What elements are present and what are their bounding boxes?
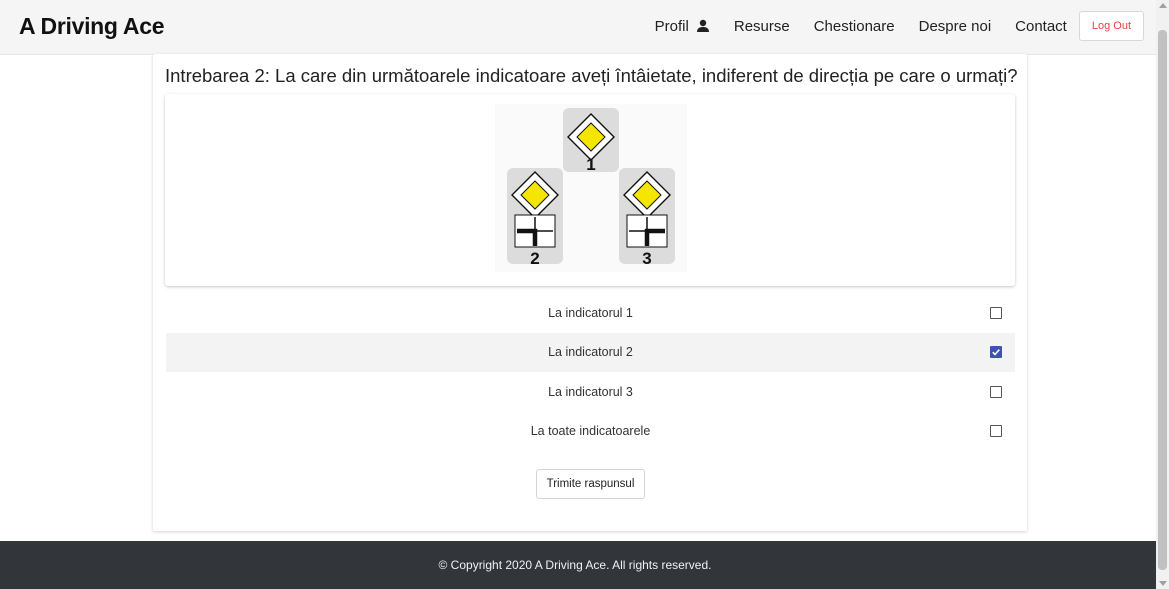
scroll-down-arrow-icon[interactable]: [1159, 581, 1167, 586]
answer-checkbox-3[interactable]: [990, 385, 1002, 398]
road-signs-image: 1 2 3: [495, 104, 687, 272]
logout-button[interactable]: Log Out: [1078, 11, 1144, 41]
copyright-text: © Copyright 2020 A Driving Ace. All righ…: [438, 558, 712, 572]
answer-option-4[interactable]: La toate indicatoarele: [166, 412, 1015, 452]
answer-checkbox-4[interactable]: [990, 425, 1002, 438]
answer-label: La toate indicatoarele: [530, 424, 651, 439]
answer-option-1[interactable]: La indicatorul 1: [166, 293, 1015, 333]
nav-profil-label: Profil: [654, 17, 689, 35]
question-image-card: 1 2 3: [165, 94, 1015, 286]
answer-checkbox-1[interactable]: [990, 306, 1002, 319]
answer-label: La indicatorul 2: [548, 345, 633, 360]
sign-label-3: 3: [642, 249, 651, 268]
answer-option-2[interactable]: La indicatorul 2: [166, 332, 1015, 372]
answer-label: La indicatorul 3: [548, 384, 633, 399]
nav-contact[interactable]: Contact: [1015, 18, 1067, 35]
sign-label-1: 1: [586, 155, 595, 174]
submit-answer-button[interactable]: Trimite raspunsul: [536, 469, 645, 499]
nav-resurse[interactable]: Resurse: [734, 18, 790, 35]
brand-logo[interactable]: A Driving Ace: [19, 13, 165, 40]
scrollbar-thumb[interactable]: [1158, 30, 1167, 570]
user-icon: [696, 19, 710, 33]
answer-label: La indicatorul 1: [548, 305, 633, 320]
question-text: Intrebarea 2: La care din următoarele in…: [165, 65, 1018, 86]
scroll-up-arrow-icon[interactable]: [1159, 3, 1167, 8]
top-navbar: A Driving Ace Profil Resurse Chestionare…: [0, 0, 1156, 55]
footer: © Copyright 2020 A Driving Ace. All righ…: [0, 541, 1156, 589]
question-card: Intrebarea 2: La care din următoarele in…: [153, 54, 1027, 531]
nav-despre-noi[interactable]: Despre noi: [919, 18, 992, 35]
checkmark-icon: [992, 349, 1000, 356]
sign-label-2: 2: [530, 249, 539, 268]
nav-links: Profil Resurse Chestionare Despre noi Co…: [631, 11, 1144, 41]
answer-list: La indicatorul 1 La indicatorul 2 La ind…: [166, 293, 1015, 451]
nav-chestionare[interactable]: Chestionare: [814, 18, 895, 35]
answer-checkbox-2[interactable]: [990, 346, 1002, 359]
page-scrollbar[interactable]: [1156, 0, 1169, 589]
answer-option-3[interactable]: La indicatorul 3: [166, 372, 1015, 412]
nav-profil[interactable]: Profil: [655, 18, 710, 35]
